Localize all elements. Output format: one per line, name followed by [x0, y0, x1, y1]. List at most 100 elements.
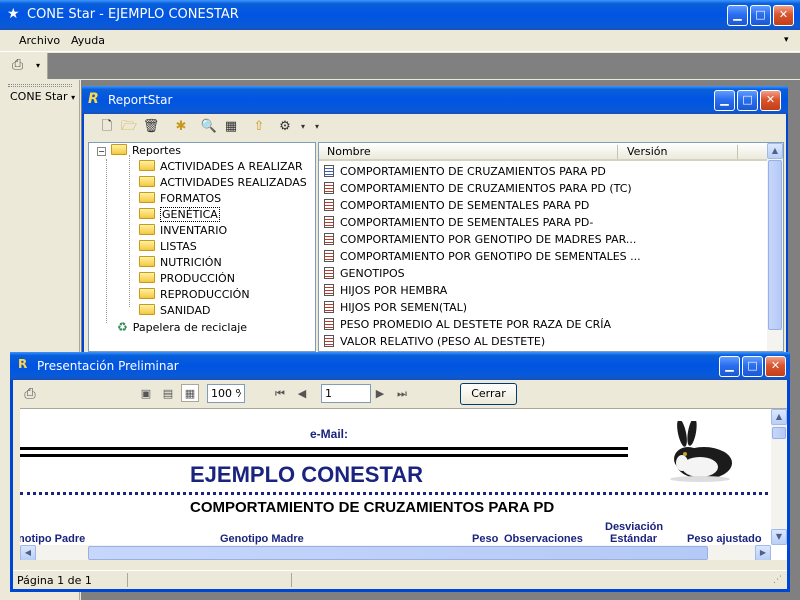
scroll-down-button[interactable]: ▼ [771, 529, 787, 545]
folder-up-icon[interactable]: ⇧ [250, 118, 268, 136]
list-item[interactable]: COMPORTAMIENTO DE CRUZAMIENTOS PARA PD [324, 163, 606, 180]
tree-folder-reproduccion[interactable]: REPRODUCCIÓN [139, 287, 250, 303]
tree-folder-produccion[interactable]: PRODUCCIÓN [139, 271, 235, 287]
scroll-up-button[interactable]: ▲ [771, 409, 787, 425]
main-maximize-button[interactable]: □ [750, 5, 771, 26]
tree-line [106, 159, 107, 323]
folder-icon [139, 272, 155, 283]
page-number-input[interactable] [321, 384, 371, 403]
tree-folder-listas[interactable]: LISTAS [139, 239, 197, 255]
cerrar-button[interactable]: Cerrar [460, 383, 517, 405]
list-item[interactable]: HIJOS POR SEMEN(TAL) [324, 299, 467, 316]
rs-close-button[interactable]: ✕ [760, 90, 781, 111]
next-page-icon[interactable]: ▶ [371, 385, 389, 403]
folder-icon [111, 144, 127, 155]
rs-maximize-button[interactable]: □ [737, 90, 758, 111]
menu-bar: Archivo Ayuda ▾ [0, 30, 800, 52]
delete-trash-icon[interactable]: 🗑 [142, 118, 160, 136]
design-icon[interactable]: ▦ [222, 118, 240, 136]
last-page-icon[interactable]: ⏭ [393, 385, 411, 403]
page-width-icon[interactable]: ▤ [159, 385, 177, 403]
main-minimize-button[interactable]: ▁ [727, 5, 748, 26]
status-divider [291, 573, 292, 587]
tree-folder-nutricion[interactable]: NUTRICIÓN [139, 255, 222, 271]
reportstar-logo-icon: R [88, 91, 99, 107]
list-item-label: GENOTIPOS [340, 267, 405, 280]
open-folder-icon[interactable]: 🗁 [120, 118, 138, 136]
preview-title-bar[interactable]: R Presentación Preliminar ▁ □ ✕ [10, 352, 790, 380]
left-panel-dropdown[interactable]: CONE Star ▾ [10, 90, 75, 103]
menu-chevron-down-icon[interactable]: ▾ [784, 35, 789, 45]
column-divider[interactable] [737, 145, 738, 159]
first-page-icon[interactable]: ⏮ [271, 385, 289, 403]
preview-vertical-scrollbar[interactable]: ▲ ▼ [771, 409, 787, 545]
list-item[interactable]: COMPORTAMIENTO POR GENOTIPO DE MADRES PA… [324, 231, 636, 248]
list-item[interactable]: GENOTIPOS [324, 265, 405, 282]
rs-minimize-button[interactable]: ▁ [714, 90, 735, 111]
list-item[interactable]: VALOR RELATIVO (PESO AL DESTETE) [324, 333, 545, 350]
single-page-icon[interactable]: ▣ [137, 385, 155, 403]
tree-folder-label: SANIDAD [160, 304, 211, 317]
reportstar-title-bar[interactable]: R ReportStar ▁ □ ✕ [82, 86, 788, 114]
tree-folder-actividades-a-realizar[interactable]: ACTIVIDADES A REALIZAR [139, 159, 303, 175]
scroll-left-button[interactable]: ◀ [20, 545, 36, 560]
tree-recycle-bin[interactable]: ♻ Papelera de reciclaje [117, 319, 247, 335]
full-width-icon[interactable]: ▦ [181, 384, 199, 402]
previous-page-icon[interactable]: ◀ [293, 385, 311, 403]
list-item[interactable]: COMPORTAMIENTO POR GENOTIPO DE SEMENTALE… [324, 248, 641, 265]
pv-close-button[interactable]: ✕ [765, 356, 786, 377]
list-item[interactable]: COMPORTAMIENTO DE SEMENTALES PARA PD [324, 197, 589, 214]
list-item[interactable]: COMPORTAMIENTO DE CRUZAMIENTOS PARA PD (… [324, 180, 632, 197]
preview-horizontal-scrollbar[interactable]: ◀ ▶ [20, 545, 771, 560]
column-header-nombre[interactable]: Nombre [327, 145, 371, 158]
preview-icon[interactable]: 🔍 [200, 118, 218, 136]
list-item[interactable]: COMPORTAMIENTO DE SEMENTALES PARA PD- [324, 214, 593, 231]
collapse-minus-icon[interactable]: − [97, 147, 106, 156]
main-close-button[interactable]: ✕ [773, 5, 794, 26]
list-item[interactable]: PESO PROMEDIO AL DESTETE POR RAZA DE CRÍ… [324, 316, 611, 333]
reportstar-toolbar: 🗋 🗁 🗑 ✱ 🔍 ▦ ⇧ ⚙ ▾ ▾ [86, 114, 784, 140]
tree-line [129, 155, 130, 307]
report-company-name: EJEMPLO CONESTAR [190, 462, 424, 487]
tree-root-label: Reportes [132, 144, 181, 157]
pv-minimize-button[interactable]: ▁ [719, 356, 740, 377]
scroll-thumb[interactable] [772, 427, 786, 439]
column-header-version[interactable]: Versión [627, 145, 667, 158]
tree-folder-label: PRODUCCIÓN [160, 272, 235, 285]
list-item-label: HIJOS POR HEMBRA [340, 284, 448, 297]
folder-icon [139, 304, 155, 315]
tree-root-node[interactable]: − Reportes [97, 143, 181, 159]
list-item-label: COMPORTAMIENTO DE SEMENTALES PARA PD [340, 199, 590, 212]
tree-folder-formatos[interactable]: FORMATOS [139, 191, 221, 207]
menu-archivo[interactable]: Archivo [19, 34, 60, 47]
report-preview-canvas[interactable]: e-Mail: EJEMPLO CONESTAR COMPORTAMIENTO … [20, 408, 787, 560]
recycle-bin-icon: ♻ [117, 320, 128, 334]
tree-folder-inventario[interactable]: INVENTARIO [139, 223, 227, 239]
report-document-icon [324, 233, 334, 245]
new-folder-icon[interactable]: ✱ [172, 118, 190, 136]
scroll-right-button[interactable]: ▶ [755, 545, 771, 560]
list-vertical-scrollbar[interactable]: ▲ [767, 143, 783, 351]
column-divider[interactable] [617, 145, 618, 159]
pv-maximize-button[interactable]: □ [742, 356, 763, 377]
resize-grip-icon[interactable]: ⋰ [773, 575, 782, 585]
chevron-down-icon[interactable]: ▾ [36, 61, 40, 70]
tree-folder-actividades-realizadas[interactable]: ACTIVIDADES REALIZADAS [139, 175, 307, 191]
scroll-thumb[interactable] [88, 546, 708, 560]
zoom-input[interactable] [207, 384, 245, 403]
tools-icon[interactable]: ⚙ [276, 118, 294, 136]
print-icon[interactable]: ⎙ [21, 385, 39, 403]
list-item[interactable]: HIJOS POR HEMBRA [324, 282, 447, 299]
scroll-thumb[interactable] [768, 160, 782, 330]
report-col-estandar: Estándar [610, 533, 658, 545]
tree-folder-genetica[interactable]: GENÉTICA [139, 207, 220, 223]
toolbar-overflow-icon[interactable]: ▾ [308, 118, 326, 136]
printer-icon[interactable]: ⎙ [12, 57, 23, 73]
main-title-bar[interactable]: ★ CONE Star - EJEMPLO CONESTAR ▁ □ ✕ [0, 0, 800, 30]
new-document-icon[interactable]: 🗋 [98, 118, 116, 136]
tree-folder-sanidad[interactable]: SANIDAD [139, 303, 210, 319]
tree-recycle-label: Papelera de reciclaje [132, 321, 248, 334]
scroll-up-button[interactable]: ▲ [767, 143, 783, 159]
folder-icon [139, 224, 155, 235]
menu-ayuda[interactable]: Ayuda [71, 34, 105, 47]
